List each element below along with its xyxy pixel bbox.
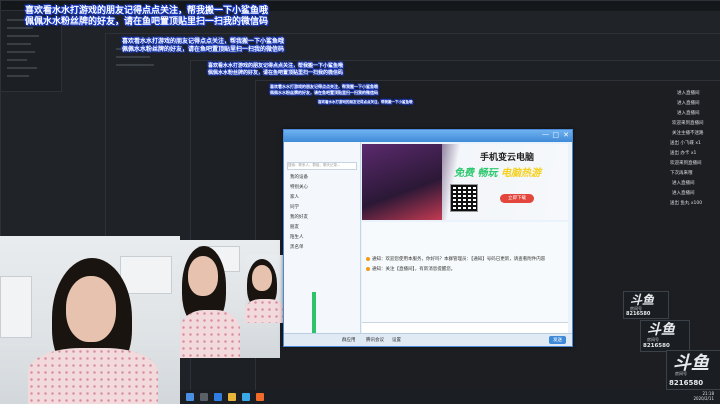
message-0-text: 通知：欢迎您使用本服务，你好吗？本群管理员：【通知】号码已更新，请查看附件内容	[372, 257, 546, 262]
maximize-icon[interactable]: □	[552, 131, 559, 139]
webcam-echo-2	[245, 255, 285, 323]
contact-group-0[interactable]: 我的设备	[290, 174, 308, 180]
log-line-0: 进入直播间	[677, 91, 700, 96]
chat-app-icon[interactable]	[242, 393, 250, 401]
contact-group-6[interactable]: 陌生人	[290, 234, 304, 240]
log-line-11: 送出 鱼丸 x100	[670, 201, 703, 206]
bottom-item-1[interactable]: 腾讯会议	[366, 337, 384, 343]
log-line-4: 关注主播不迷路	[672, 131, 704, 136]
clock-date: 2020/2/11	[693, 396, 714, 401]
overlay-echo2-line1: 喜欢看水水打游戏的朋友记得点点关注，帮我搬一下小鲨鱼哦	[208, 63, 344, 69]
browser-icon[interactable]	[214, 393, 222, 401]
contact-panel: 搜索：联系人、群组、聊天记录... 我的设备 特别关心 家人 同学 我的好友 朋…	[284, 142, 361, 346]
platform-logo-small: 斗鱼 房间号 8216580	[623, 291, 669, 319]
log-line-1: 进入直播间	[677, 101, 700, 106]
bottom-item-2[interactable]: 设置	[392, 337, 401, 343]
banner-slogan-1: 免费	[454, 168, 474, 179]
system-clock[interactable]: 21:18 2020/2/11	[693, 391, 714, 401]
banner-slogan: 免费 畅玩 电脑热游	[454, 164, 541, 179]
room-number-small: 8216580	[626, 311, 651, 317]
send-button[interactable]: 发送	[549, 336, 566, 344]
log-line-3: 欢迎来到直播间	[672, 121, 704, 126]
message-1: 通知：关注【直播间】，有新消息提醒您。	[366, 266, 455, 272]
log-line-10: 进入直播间	[672, 191, 695, 196]
overlay-echo4-line1: 喜欢看水水打游戏的朋友记得点点关注，帮我搬一下小鲨鱼哦	[318, 100, 413, 104]
platform-logo-sub-large: 房间号	[675, 371, 687, 376]
room-number-large: 8216580	[669, 379, 704, 387]
log-line-6: 送出 办卡 x1	[670, 151, 697, 156]
chat-titlebar[interactable]: ✕ □ —	[284, 130, 572, 142]
log-line-5: 送出 小飞碟 x1	[670, 141, 701, 146]
platform-logo-large: 斗鱼 房间号 8216580	[666, 350, 720, 390]
qr-code	[450, 184, 478, 212]
log-line-8: 下次再来哦	[670, 171, 693, 176]
log-line-2: 进入直播间	[677, 111, 700, 116]
overlay-echo2-line2: 佩佩水水粉丝牌的好友，请在鱼吧置顶贴里扫一扫我的微信码	[208, 70, 344, 76]
ad-banner[interactable]: 手机变云电脑 免费 畅玩 电脑热游 立即下载	[362, 144, 568, 220]
stream-app-icon[interactable]	[256, 393, 264, 401]
contact-group-4[interactable]: 我的好友	[290, 214, 308, 220]
banner-slogan-3: 电脑热游	[500, 168, 541, 179]
overlay-echo-line2: 佩佩水水粉丝牌的好友，请在鱼吧置顶贴里扫一扫我的微信码	[122, 46, 285, 53]
contact-group-5[interactable]: 朋友	[290, 224, 299, 230]
contact-group-1[interactable]: 特别关心	[290, 184, 308, 190]
close-icon[interactable]: ✕	[563, 131, 569, 139]
room-number-medium: 8216580	[643, 343, 670, 349]
contact-group-3[interactable]: 同学	[290, 204, 299, 210]
start-icon[interactable]	[186, 393, 194, 401]
message-area: 通知：欢迎您使用本服务，你好吗？本群管理员：【通知】号码已更新，请查看附件内容 …	[362, 222, 568, 322]
minimize-icon[interactable]: —	[542, 130, 549, 138]
log-line-7: 欢迎来到直播间	[670, 161, 702, 166]
overlay-echo3-line2: 佩佩水水粉丝牌的好友，请在鱼吧置顶贴里扫一扫我的微信码	[270, 90, 378, 95]
platform-logo-medium: 斗鱼 房间号 8216580	[640, 320, 690, 352]
streamer-face	[66, 276, 116, 342]
chat-bottom-bar: 群应用 腾讯会议 设置 发送	[284, 333, 572, 346]
banner-slogan-2: 畅玩	[477, 168, 498, 179]
banner-art	[362, 144, 442, 220]
bottom-item-0[interactable]: 群应用	[342, 337, 356, 343]
contact-group-7[interactable]: 黑名单	[290, 244, 304, 250]
banner-title: 手机变云电脑	[480, 153, 535, 163]
chat-window: ✕ □ — 搜索：联系人、群组、聊天记录... 我的设备 特别关心 家人 同学 …	[283, 129, 573, 347]
log-line-9: 进入直播间	[672, 181, 695, 186]
folder-icon[interactable]	[228, 393, 236, 401]
platform-logo-text-medium: 斗鱼	[647, 322, 675, 338]
download-button[interactable]: 立即下载	[500, 194, 534, 203]
overlay-text-line2: 佩佩水水粉丝牌的好友，请在鱼吧置顶贴里扫一扫我的微信码	[25, 17, 269, 27]
webcam-main	[0, 236, 180, 404]
message-0: 通知：欢迎您使用本服务，你好吗？本群管理员：【通知】号码已更新，请查看附件内容	[366, 256, 545, 262]
taskbar: 21:18 2020/2/11	[180, 390, 720, 404]
contact-group-2[interactable]: 家人	[290, 194, 299, 200]
search-icon[interactable]	[200, 393, 208, 401]
search-input[interactable]: 搜索：联系人、群组、聊天记录...	[287, 162, 357, 170]
message-1-text: 通知：关注【直播间】，有新消息提醒您。	[372, 267, 456, 272]
streamer-body	[28, 348, 158, 404]
